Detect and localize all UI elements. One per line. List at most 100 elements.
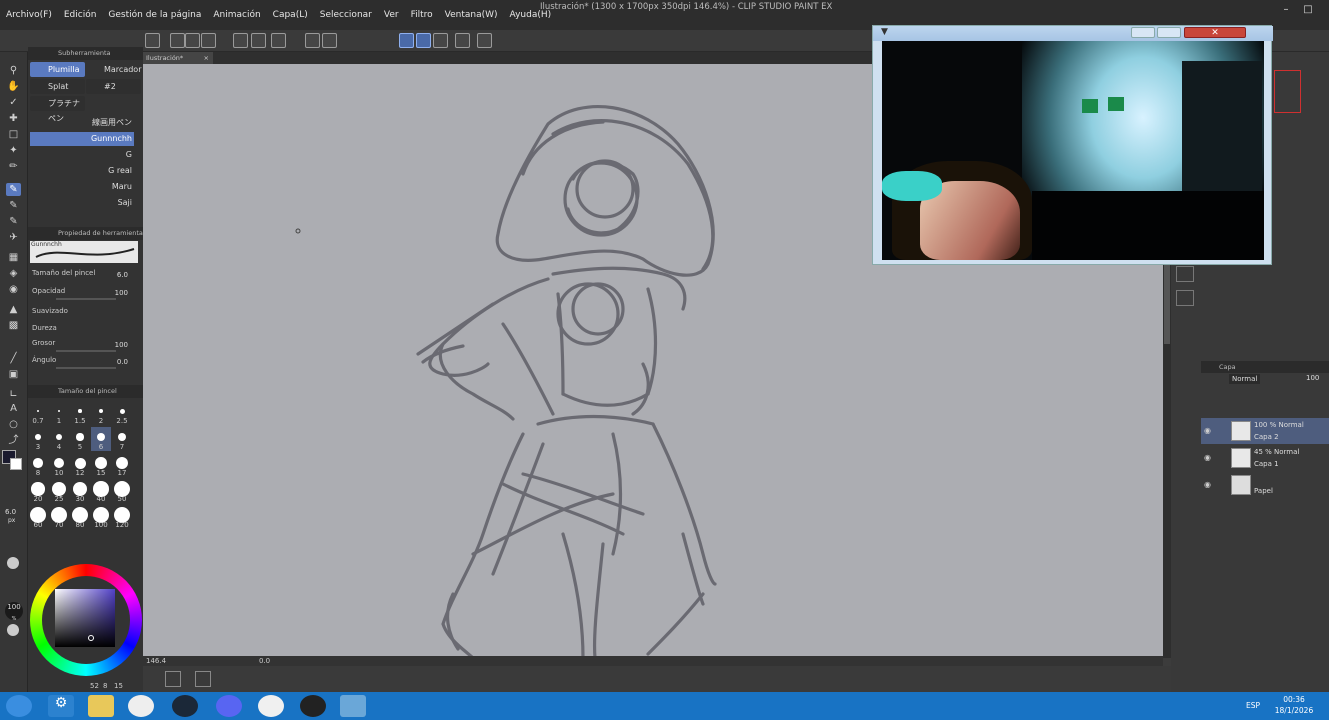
prop-opacity[interactable]: Opacidad 100: [32, 287, 140, 301]
prop-opacity-bar[interactable]: [56, 298, 116, 300]
webcam-window[interactable]: ▼ ✕: [872, 25, 1273, 265]
brush-item-maru[interactable]: Maru: [30, 180, 134, 194]
maximize-icon[interactable]: □: [1297, 2, 1319, 18]
figure-icon[interactable]: ╱: [6, 352, 21, 365]
dock-panel-icon-2[interactable]: [1176, 290, 1194, 306]
brush-size-option[interactable]: 1: [49, 401, 69, 425]
brush-item-lineart[interactable]: 線画用ペン: [30, 116, 134, 130]
file-explorer-icon[interactable]: [88, 695, 114, 717]
layer-opacity[interactable]: 100: [1306, 374, 1319, 382]
brush-item-gunnnchh[interactable]: Gunnnchh: [30, 132, 134, 146]
settings-icon[interactable]: ⚙: [48, 695, 74, 717]
new-canvas-icon[interactable]: [145, 33, 160, 48]
prop-thickness[interactable]: Grosor 100: [32, 339, 140, 353]
pencil-icon[interactable]: ✎: [6, 199, 21, 212]
menu-gestion-pagina[interactable]: Gestión de la página: [102, 10, 207, 20]
decoration-icon[interactable]: ▦: [6, 251, 21, 264]
prop-thickness-bar[interactable]: [56, 350, 116, 352]
ruler-icon[interactable]: ∟: [6, 388, 21, 401]
pen-icon[interactable]: ✎: [6, 183, 21, 196]
fill-icon[interactable]: [305, 33, 320, 48]
brush-size-option[interactable]: 20: [28, 479, 48, 503]
tab-splat-brush[interactable]: Splat Brush: [30, 79, 85, 106]
chevron-down-icon[interactable]: ▼: [881, 27, 888, 37]
zoom-value[interactable]: 146.4: [146, 657, 166, 665]
windows-start-icon[interactable]: [6, 695, 32, 717]
brush-size-option[interactable]: 50: [112, 479, 132, 503]
text-icon[interactable]: A: [6, 402, 21, 415]
brush-size-option[interactable]: 2: [91, 401, 111, 425]
prop-smoothing[interactable]: Suavizado: [32, 307, 140, 321]
brush-size-option[interactable]: 4: [49, 427, 69, 451]
snap-ruler-icon[interactable]: [399, 33, 414, 48]
brush-size-option[interactable]: 6: [91, 427, 111, 451]
menu-animacion[interactable]: Animación: [207, 10, 266, 20]
redo-icon[interactable]: [251, 33, 266, 48]
correct-line-icon[interactable]: ⤴: [6, 434, 21, 447]
eyedropper-icon[interactable]: ✓: [6, 96, 21, 109]
brush-size-option[interactable]: 10: [49, 453, 69, 477]
airbrush-icon[interactable]: ✈: [6, 231, 21, 244]
clear-icon[interactable]: [271, 33, 286, 48]
brush-size-option[interactable]: 17: [112, 453, 132, 477]
close-tab-icon[interactable]: ×: [204, 52, 209, 64]
brush-size-option[interactable]: 8: [28, 453, 48, 477]
eyedrop-color-icon[interactable]: ✏: [6, 160, 21, 173]
balloon-icon[interactable]: ○: [6, 418, 21, 431]
webcam-minimize-icon[interactable]: [1131, 27, 1155, 38]
menu-filtro[interactable]: Filtro: [405, 10, 439, 20]
transform-icon[interactable]: [322, 33, 337, 48]
language-indicator[interactable]: ESP: [1246, 701, 1260, 710]
loop-app-icon[interactable]: [258, 695, 284, 717]
eye-icon[interactable]: ◉: [1204, 453, 1211, 462]
snap-grid-icon[interactable]: [433, 33, 448, 48]
prop-angle-bar[interactable]: [56, 367, 116, 369]
brush-item-g-real[interactable]: G real: [30, 164, 134, 178]
webcam-titlebar[interactable]: ▼ ✕: [873, 26, 1273, 41]
brush-item-g[interactable]: G: [30, 148, 134, 162]
brush-size-option[interactable]: 2.5: [112, 401, 132, 425]
companion-icon[interactable]: [455, 33, 470, 48]
navigator-view-frame[interactable]: [1274, 70, 1301, 113]
discord-icon[interactable]: [216, 695, 242, 717]
tab-2[interactable]: #2: [86, 79, 141, 94]
eye-icon[interactable]: ◉: [1204, 480, 1211, 489]
blend-mode-select[interactable]: Normal: [1229, 374, 1261, 384]
brush-size-option[interactable]: 60: [28, 505, 48, 529]
saturation-value-picker[interactable]: [55, 589, 115, 647]
brush-size-grid[interactable]: 0.7 1 1.5 2 2.5 3 4 5 6 7 8 10 12 15 17 20 25 30 40 50 60 70 8…: [28, 401, 143, 541]
open-file-icon[interactable]: [185, 33, 200, 48]
steam-icon[interactable]: [172, 695, 198, 717]
zoom-icon[interactable]: ⚲: [6, 64, 21, 77]
magic-wand-icon[interactable]: ✦: [6, 144, 21, 157]
chrome-icon[interactable]: [128, 695, 154, 717]
webcam-close-icon[interactable]: ✕: [1184, 27, 1246, 38]
brush-size-option[interactable]: 100: [91, 505, 111, 529]
menu-archivo[interactable]: Archivo(F): [0, 10, 58, 20]
clock[interactable]: 00:36 18/1/2026: [1259, 694, 1329, 716]
gradient-icon[interactable]: ▩: [6, 319, 21, 332]
brush-size-option[interactable]: 70: [49, 505, 69, 529]
brush-size-option[interactable]: 0.7: [28, 401, 48, 425]
prop-angle[interactable]: Ángulo 0.0: [32, 356, 140, 370]
save-icon[interactable]: [201, 33, 216, 48]
brush-size-option[interactable]: 15: [91, 453, 111, 477]
tab-marcador[interactable]: Marcador: [86, 62, 141, 77]
brush-size-option[interactable]: 12: [70, 453, 90, 477]
snap-special-ruler-icon[interactable]: [416, 33, 431, 48]
brush-size-option[interactable]: 25: [49, 479, 69, 503]
selection-icon[interactable]: □: [6, 128, 21, 141]
dock-panel-icon[interactable]: [1176, 266, 1194, 282]
menu-seleccionar[interactable]: Seleccionar: [314, 10, 378, 20]
eye-icon[interactable]: ◉: [1204, 426, 1211, 435]
prop-hardness[interactable]: Dureza: [32, 324, 140, 338]
opacity-slider-knob[interactable]: [7, 624, 19, 636]
record-app-icon[interactable]: [300, 695, 326, 717]
minimize-icon[interactable]: –: [1275, 2, 1297, 18]
blend-icon[interactable]: ◉: [6, 283, 21, 296]
brush-size-option[interactable]: 5: [70, 427, 90, 451]
fill-bucket-icon[interactable]: ▲: [6, 303, 21, 316]
help-icon[interactable]: [477, 33, 492, 48]
navigator-toggle-icon[interactable]: [165, 671, 181, 687]
brush-size-option[interactable]: 120: [112, 505, 132, 529]
